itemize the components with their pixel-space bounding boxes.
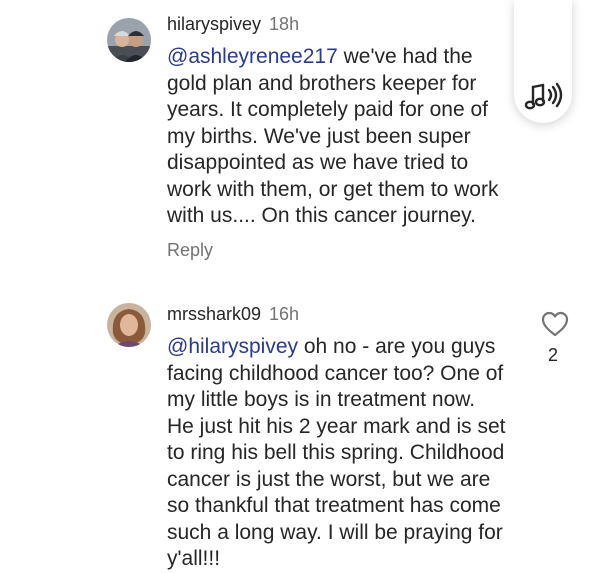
audio-wave-icon[interactable] [523,80,565,114]
heart-outline-icon[interactable] [541,311,569,337]
like-count: 2 [548,345,559,365]
reply-button[interactable]: Reply [167,239,213,261]
avatar[interactable] [107,303,151,347]
username[interactable]: mrsshark09 [167,304,261,324]
mention-link[interactable]: @ashleyrenee217 [167,45,338,68]
comment-text: @ashleyrenee217 we've had the gold plan … [167,44,527,230]
comment-line: with us.... On this cancer journey. [167,204,476,227]
comment-line: He just hit his 2 year mark and is set [167,414,506,438]
avatar[interactable] [107,18,151,62]
comment-header: hilaryspivey 18h [167,13,299,35]
comment-line: such a long way. I will be praying for [167,520,503,544]
comment-line: disappointed as we have tried to [167,151,469,174]
username[interactable]: hilaryspivey [167,14,261,34]
timestamp: 18h [269,14,300,34]
mention-link[interactable]: @hilaryspivey [167,335,298,358]
comment-line: facing childhood cancer too? One of [167,361,504,385]
comment-line: my little boys is in treatment now. [167,388,476,411]
comment-line: years. It completely paid for one of [167,98,488,121]
comment-line: we've had the [337,45,473,68]
comment-line: y'all!!! [167,547,221,570]
comment-line: work with them, or get them to work [167,177,499,201]
comment-line: so thankful that treatment has come [167,494,501,517]
timestamp: 16h [269,304,300,324]
comment-line: to ring his bell this spring. Childhood [167,441,505,464]
comment-line: cancer is just the worst, but we are [167,467,491,491]
comment-line: gold plan and brothers keeper for [167,71,477,95]
comment-line: oh no - are you guys [298,335,496,358]
comment-text: @hilaryspivey oh no - are you guys facin… [167,334,527,573]
comment-header: mrsshark09 16h [167,303,299,325]
comment-line: my births. We've just been super [167,124,471,148]
